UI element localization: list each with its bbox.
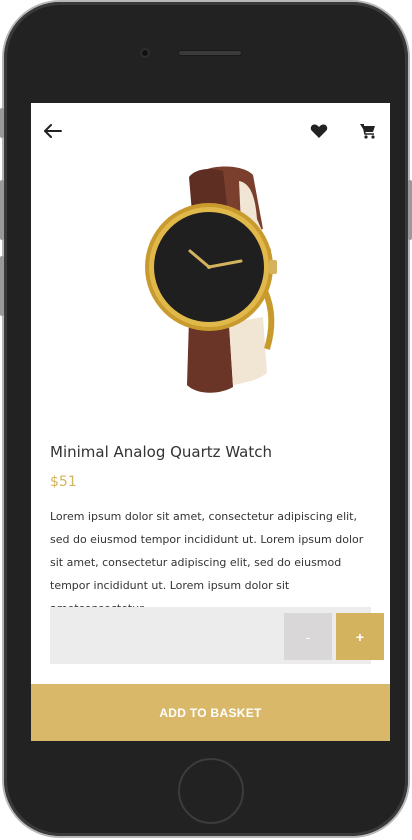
- top-bar: [31, 103, 390, 157]
- power-button: [408, 180, 412, 240]
- product-title: Minimal Analog Quartz Watch: [50, 443, 273, 461]
- cart-icon: [360, 123, 375, 139]
- product-price: $51: [50, 474, 77, 490]
- volume-up-button: [0, 180, 4, 240]
- speaker-grille: [178, 50, 242, 56]
- volume-down-button: [0, 256, 4, 316]
- arrow-left-icon: [44, 124, 62, 138]
- product-description: Lorem ipsum dolor sit amet, consectetur …: [50, 510, 364, 615]
- cart-button[interactable]: [354, 119, 382, 143]
- camera: [140, 48, 150, 58]
- home-button[interactable]: [178, 758, 244, 824]
- favorite-button[interactable]: [305, 119, 333, 143]
- mute-switch: [0, 108, 4, 138]
- add-to-basket-button[interactable]: ADD TO BASKET: [31, 684, 390, 741]
- watch-image: [145, 166, 277, 393]
- phone-frame: Minimal Analog Quartz Watch $51 Lorem ip…: [4, 2, 408, 836]
- quantity-stepper: - +: [50, 607, 384, 664]
- increment-button[interactable]: +: [336, 613, 384, 660]
- back-button[interactable]: [39, 119, 67, 143]
- screen: Minimal Analog Quartz Watch $51 Lorem ip…: [31, 103, 390, 741]
- decrement-button[interactable]: -: [284, 613, 332, 660]
- heart-icon: [310, 124, 328, 138]
